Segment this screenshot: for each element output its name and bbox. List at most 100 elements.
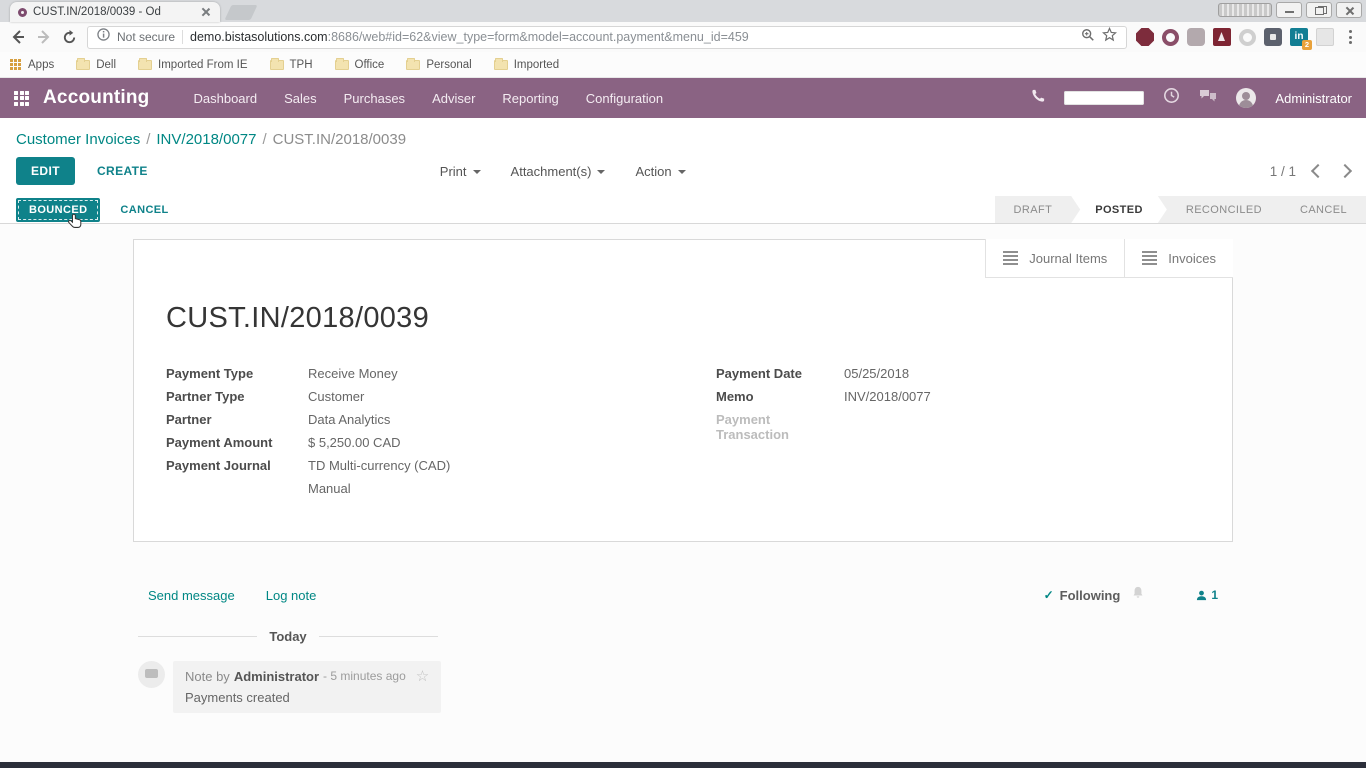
extension-icon[interactable] bbox=[1264, 28, 1282, 46]
bookmark-item[interactable]: Apps bbox=[10, 59, 54, 71]
folder-icon bbox=[270, 60, 284, 70]
bookmark-item[interactable]: Dell bbox=[76, 59, 116, 71]
field-value[interactable]: INV/2018/0077 bbox=[844, 389, 1200, 404]
create-button[interactable]: CREATE bbox=[97, 164, 148, 178]
attachments-menu[interactable]: Attachment(s) bbox=[511, 164, 606, 179]
user-avatar[interactable] bbox=[1236, 88, 1256, 108]
pager-count: 1 / 1 bbox=[1270, 164, 1296, 179]
pager-previous-icon[interactable] bbox=[1311, 164, 1325, 178]
info-icon[interactable] bbox=[97, 28, 110, 46]
browser-tab-strip: CUST.IN/2018/0039 - Od bbox=[0, 0, 1366, 22]
bell-icon[interactable] bbox=[1132, 586, 1144, 604]
message-body: Payments created bbox=[185, 690, 429, 705]
nav-item-sales[interactable]: Sales bbox=[284, 91, 317, 106]
send-message-button[interactable]: Send message bbox=[148, 588, 235, 603]
field-value[interactable]: Manual bbox=[308, 481, 716, 496]
field-value[interactable]: Customer bbox=[308, 389, 716, 404]
phone-icon[interactable] bbox=[1031, 89, 1045, 108]
bookmark-item[interactable]: Office bbox=[335, 59, 385, 71]
clock-icon[interactable] bbox=[1163, 87, 1180, 109]
nav-item-adviser[interactable]: Adviser bbox=[432, 91, 475, 106]
star-icon[interactable]: ☆ bbox=[416, 667, 429, 685]
status-cancel[interactable]: CANCEL bbox=[1281, 196, 1366, 223]
extension-icon[interactable] bbox=[1187, 28, 1205, 46]
divider bbox=[182, 30, 183, 44]
bookmark-star-icon[interactable] bbox=[1102, 27, 1117, 47]
field-value[interactable]: Data Analytics bbox=[308, 412, 716, 427]
folder-icon bbox=[76, 60, 90, 70]
chatter: Send message Log note ✓ Following 1 Toda… bbox=[133, 586, 1233, 713]
extension-icon[interactable] bbox=[1316, 28, 1334, 46]
field-value[interactable] bbox=[844, 412, 1200, 442]
status-draft[interactable]: DRAFT bbox=[995, 196, 1072, 223]
action-menu[interactable]: Action bbox=[635, 164, 685, 179]
edit-button[interactable]: EDIT bbox=[16, 157, 75, 185]
nav-item-reporting[interactable]: Reporting bbox=[502, 91, 558, 106]
smart-button-invoices[interactable]: Invoices bbox=[1124, 239, 1233, 277]
field-label: Payment Amount bbox=[166, 435, 308, 450]
breadcrumb-link[interactable]: Customer Invoices bbox=[16, 131, 140, 148]
chrome-menu-icon[interactable] bbox=[1343, 30, 1357, 44]
address-bar[interactable]: Not secure demo.bistasolutions.com:8686/… bbox=[87, 26, 1127, 49]
pager-next-icon[interactable] bbox=[1338, 164, 1352, 178]
nav-right: Administrator bbox=[1031, 87, 1352, 109]
forward-icon[interactable] bbox=[35, 29, 52, 46]
extensions-area: in2 bbox=[1136, 28, 1334, 46]
restore-icon[interactable] bbox=[1306, 2, 1332, 18]
extension-icon[interactable] bbox=[1162, 29, 1179, 46]
smart-button-journal-items[interactable]: Journal Items bbox=[986, 239, 1124, 277]
status-posted[interactable]: POSTED bbox=[1071, 196, 1167, 223]
nav-item-dashboard[interactable]: Dashboard bbox=[194, 91, 258, 106]
nav-item-configuration[interactable]: Configuration bbox=[586, 91, 663, 106]
app-title[interactable]: Accounting bbox=[43, 87, 150, 109]
bookmark-item[interactable]: Imported bbox=[494, 59, 559, 71]
field-value[interactable]: 05/25/2018 bbox=[844, 366, 1200, 381]
message-author[interactable]: Administrator bbox=[234, 669, 319, 684]
field-value[interactable]: TD Multi-currency (CAD) bbox=[308, 458, 716, 473]
url-text[interactable]: demo.bistasolutions.com:8686/web#id=62&v… bbox=[190, 30, 749, 44]
field-value[interactable]: $ 5,250.00 CAD bbox=[308, 435, 716, 450]
new-tab-button[interactable] bbox=[225, 5, 258, 20]
tab-close-icon[interactable] bbox=[200, 6, 212, 18]
extension-icon[interactable] bbox=[1239, 29, 1256, 46]
back-icon[interactable] bbox=[9, 29, 26, 46]
followers-counter[interactable]: 1 bbox=[1196, 588, 1218, 602]
status-reconciled[interactable]: RECONCILED bbox=[1167, 196, 1281, 223]
apps-menu-icon[interactable] bbox=[14, 91, 29, 106]
bookmark-item[interactable]: TPH bbox=[270, 59, 313, 71]
refresh-icon[interactable] bbox=[61, 29, 78, 46]
following-button[interactable]: Following bbox=[1060, 588, 1121, 603]
bookmarks-bar: Apps Dell Imported From IE TPH Office Persona… bbox=[0, 52, 1366, 78]
zoom-icon[interactable] bbox=[1081, 28, 1095, 47]
minimize-icon[interactable] bbox=[1276, 2, 1302, 18]
window-controls bbox=[1218, 2, 1362, 18]
smart-button-label: Invoices bbox=[1168, 251, 1216, 266]
field-label: Payment Type bbox=[166, 366, 308, 381]
cancel-button[interactable]: CANCEL bbox=[120, 204, 168, 216]
messages-icon[interactable] bbox=[1199, 88, 1217, 108]
timer-input[interactable] bbox=[1064, 91, 1144, 105]
close-icon[interactable] bbox=[1336, 2, 1362, 18]
journal-lines-icon bbox=[1142, 251, 1157, 265]
browser-profile-chip[interactable] bbox=[1218, 3, 1272, 17]
folder-icon bbox=[138, 60, 152, 70]
log-note-button[interactable]: Log note bbox=[266, 588, 317, 603]
breadcrumb-link[interactable]: INV/2018/0077 bbox=[156, 131, 256, 148]
field-label: Payment Journal bbox=[166, 458, 308, 473]
form-view: Journal ItemsInvoices CUST.IN/2018/0039 … bbox=[0, 224, 1366, 762]
bounced-button[interactable]: BOUNCED bbox=[16, 198, 100, 222]
print-menu[interactable]: Print bbox=[440, 164, 481, 179]
acrobat-icon[interactable] bbox=[1213, 28, 1231, 46]
adblock-icon[interactable] bbox=[1136, 28, 1154, 46]
user-name[interactable]: Administrator bbox=[1275, 91, 1352, 106]
linkedin-icon[interactable]: in2 bbox=[1290, 28, 1308, 46]
apps-shortcut-icon bbox=[10, 59, 22, 71]
bookmark-item[interactable]: Imported From IE bbox=[138, 59, 247, 71]
field-groups: Payment TypeReceive MoneyPartner TypeCus… bbox=[166, 366, 1200, 496]
bookmark-item[interactable]: Personal bbox=[406, 59, 471, 71]
chatter-message: Note by Administrator - 5 minutes ago ☆ … bbox=[138, 661, 1233, 713]
nav-item-purchases[interactable]: Purchases bbox=[344, 91, 405, 106]
chevron-down-icon bbox=[473, 170, 481, 174]
browser-tab[interactable]: CUST.IN/2018/0039 - Od bbox=[10, 2, 220, 22]
field-value[interactable]: Receive Money bbox=[308, 366, 716, 381]
